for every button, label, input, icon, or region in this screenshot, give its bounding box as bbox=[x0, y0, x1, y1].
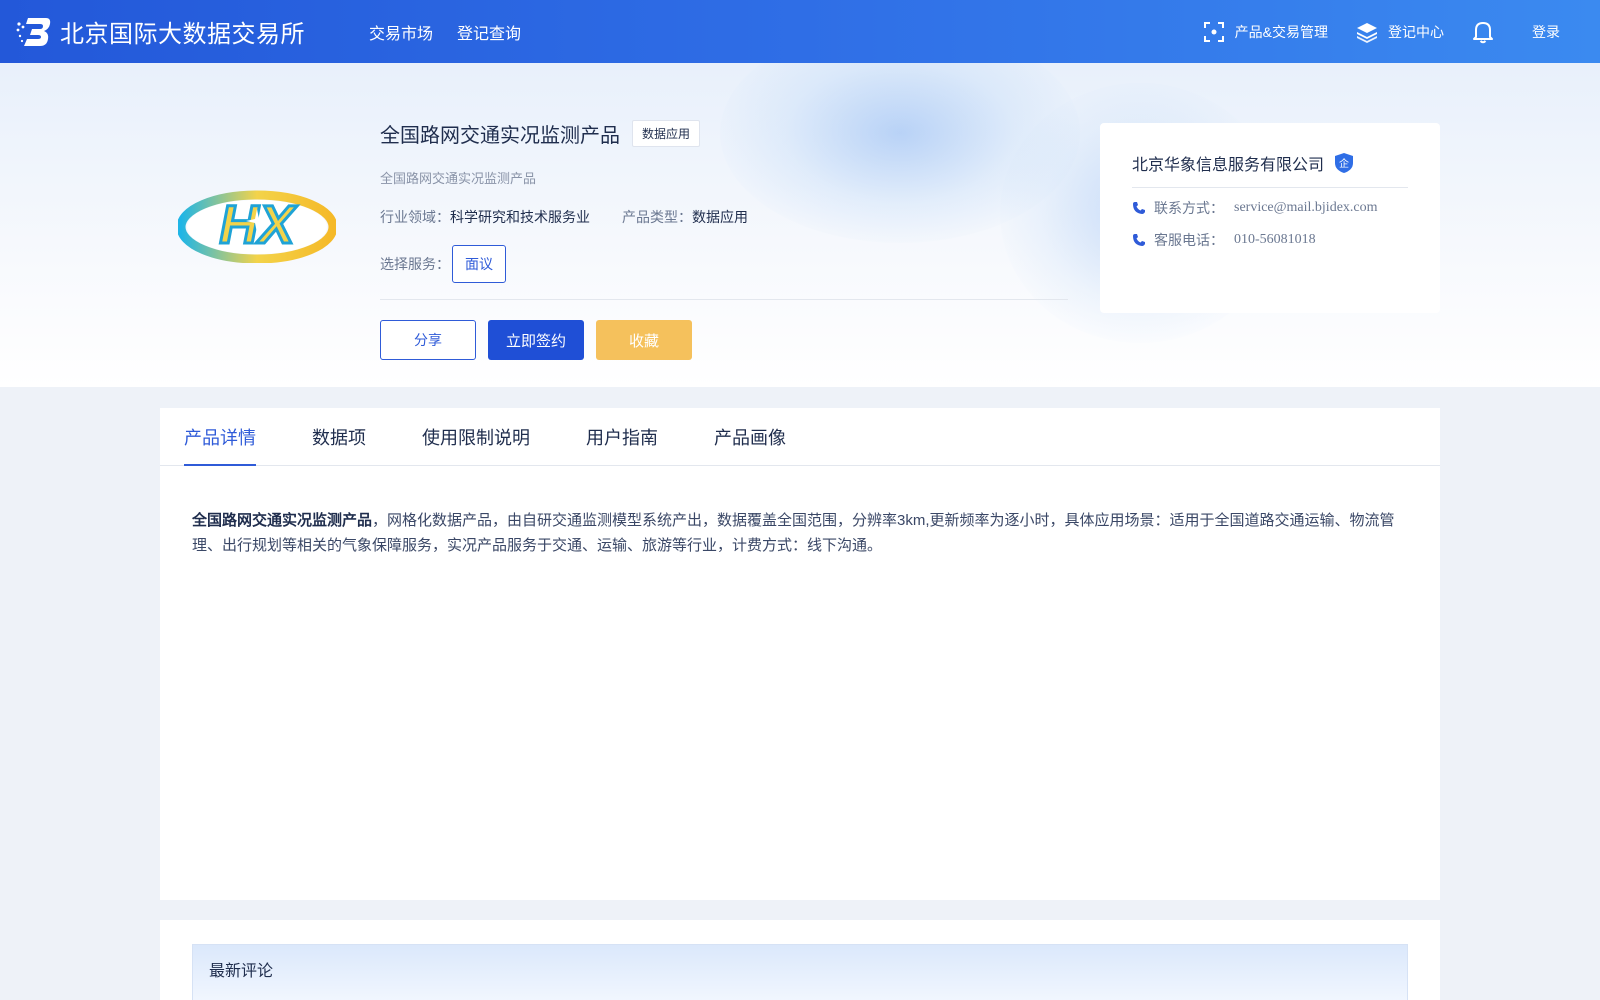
contact-label: 联系方式： bbox=[1154, 200, 1224, 216]
comments-header: 最新评论 bbox=[192, 944, 1408, 1000]
phone-number: 010-56081018 bbox=[1234, 232, 1316, 247]
company-contact: 联系方式： service@mail.bjidex.com 客服电话： 010-… bbox=[1132, 198, 1408, 250]
description-text: ，网格化数据产品，由自研交通监测模型系统产出，数据覆盖全国范围，分辨率3km,更… bbox=[192, 512, 1395, 554]
login-label: 登录 bbox=[1532, 23, 1560, 40]
detail-tabs: 产品详情 数据项 使用限制说明 用户指南 产品画像 bbox=[160, 408, 1440, 466]
tab-user-guide[interactable]: 用户指南 bbox=[586, 408, 658, 465]
scan-icon bbox=[1203, 21, 1224, 42]
comments-title: 最新评论 bbox=[209, 963, 274, 980]
phone-icon bbox=[1133, 202, 1145, 214]
login-link[interactable]: 登录 bbox=[1532, 22, 1560, 42]
layers-icon bbox=[1357, 22, 1377, 43]
enterprise-verified-icon: 企 bbox=[1335, 153, 1354, 173]
type-value: 数据应用 bbox=[692, 209, 748, 225]
favorite-button[interactable]: 收藏 bbox=[596, 320, 692, 360]
product-detail-panel: 产品详情 数据项 使用限制说明 用户指南 产品画像 全国路网交通实况监测产品，网… bbox=[160, 408, 1440, 900]
type-label: 产品类型： bbox=[622, 209, 692, 225]
contact-email: service@mail.bjidex.com bbox=[1234, 200, 1378, 215]
comments-section: 最新评论 bbox=[160, 920, 1440, 1000]
sign-now-button[interactable]: 立即签约 bbox=[488, 320, 584, 360]
product-info: 全国路网交通实况监测产品 数据应用 全国路网交通实况监测产品 行业领域： 科学研… bbox=[380, 119, 1068, 360]
tab-product-details[interactable]: 产品详情 bbox=[184, 408, 256, 466]
phone-icon bbox=[1133, 234, 1145, 246]
tab-data-items[interactable]: 数据项 bbox=[312, 408, 366, 465]
phone-label: 客服电话： bbox=[1154, 232, 1224, 248]
tab-product-profile[interactable]: 产品画像 bbox=[714, 408, 786, 465]
top-nav: 北京国际大数据交易所 交易市场 登记查询 产品&交易管理 登记中心 登录 bbox=[0, 0, 1600, 63]
register-center-link[interactable]: 登记中心 bbox=[1356, 21, 1444, 43]
industry-label: 行业领域： bbox=[380, 209, 450, 225]
industry-value: 科学研究和技术服务业 bbox=[450, 209, 590, 225]
product-subtitle: 全国路网交通实况监测产品 bbox=[380, 171, 537, 186]
nav-right: 产品&交易管理 登记中心 登录 bbox=[1175, 0, 1560, 63]
service-label: 选择服务： bbox=[380, 256, 450, 272]
service-option-negotiable[interactable]: 面议 bbox=[452, 245, 506, 283]
notification-button[interactable] bbox=[1472, 20, 1504, 44]
register-center-label: 登记中心 bbox=[1388, 23, 1444, 40]
company-card: 北京华象信息服务有限公司 企 联系方式： service@mail.bjidex… bbox=[1100, 123, 1440, 313]
brand-logo-icon bbox=[16, 17, 51, 46]
tab-usage-restrictions[interactable]: 使用限制说明 bbox=[422, 408, 530, 465]
product-hero: HX 全国路网交通实况监测产品 数据应用 全国路网交通实况监测产品 行业领域： … bbox=[0, 63, 1600, 387]
company-logo-image: HX bbox=[178, 190, 336, 263]
brand[interactable]: 北京国际大数据交易所 bbox=[16, 14, 305, 49]
divider bbox=[380, 299, 1068, 300]
brand-name: 北京国际大数据交易所 bbox=[60, 21, 305, 48]
action-buttons: 分享 立即签约 收藏 bbox=[380, 320, 1068, 360]
share-button[interactable]: 分享 bbox=[380, 320, 476, 360]
product-meta: 行业领域： 科学研究和技术服务业 产品类型： 数据应用 bbox=[380, 207, 1068, 227]
nav-item-market[interactable]: 交易市场 bbox=[369, 20, 433, 44]
description-title: 全国路网交通实况监测产品 bbox=[192, 512, 373, 529]
product-trade-label: 产品&交易管理 bbox=[1234, 23, 1328, 40]
product-description: 全国路网交通实况监测产品，网格化数据产品，由自研交通监测模型系统产出，数据覆盖全… bbox=[160, 466, 1440, 558]
nav-item-register-query[interactable]: 登记查询 bbox=[457, 20, 521, 44]
svg-text:企: 企 bbox=[1339, 157, 1349, 170]
service-selector: 选择服务： 面议 bbox=[380, 245, 1068, 283]
product-title: 全国路网交通实况监测产品 bbox=[380, 125, 620, 147]
company-name[interactable]: 北京华象信息服务有限公司 bbox=[1132, 151, 1324, 175]
bell-icon bbox=[1473, 21, 1493, 43]
product-type-tag: 数据应用 bbox=[632, 120, 701, 147]
main-nav: 交易市场 登记查询 bbox=[369, 20, 521, 44]
product-trade-management-link[interactable]: 产品&交易管理 bbox=[1203, 21, 1328, 43]
